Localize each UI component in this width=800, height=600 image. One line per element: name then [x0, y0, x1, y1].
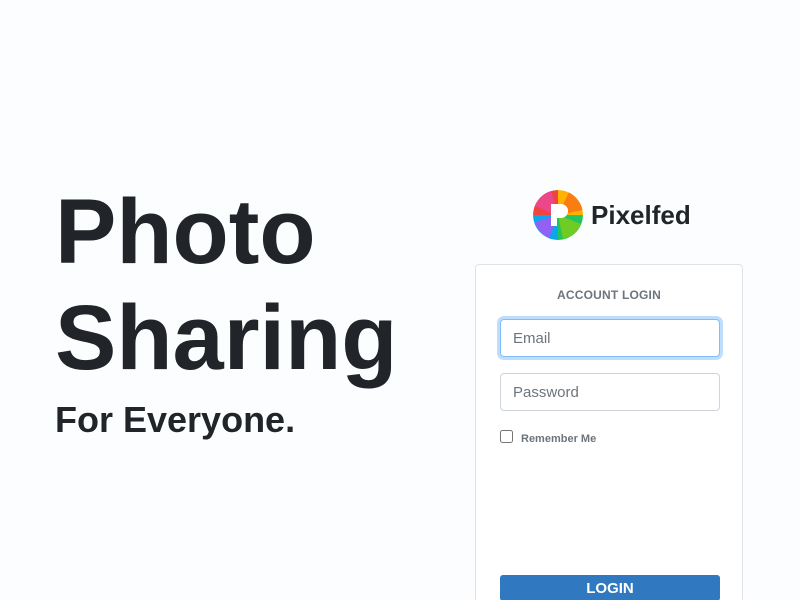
login-card: ACCOUNT LOGIN Remember Me LOGIN: [475, 264, 743, 600]
brand-name: Pixelfed: [591, 200, 691, 230]
login-button[interactable]: LOGIN: [500, 575, 720, 600]
email-field[interactable]: [500, 319, 720, 357]
hero-title-line-1: Photo: [55, 181, 316, 283]
pixelfed-logo-icon: [533, 190, 583, 240]
remember-me-checkbox[interactable]: [500, 430, 513, 443]
remember-me[interactable]: Remember Me: [500, 430, 597, 445]
password-field[interactable]: [500, 373, 720, 411]
login-page: Photo Sharing For Everyone. Pixelfed ACC…: [0, 0, 800, 600]
card-title: ACCOUNT LOGIN: [557, 288, 661, 302]
hero-tagline: For Everyone.: [55, 399, 296, 440]
brand: Pixelfed: [533, 190, 691, 240]
remember-me-label: Remember Me: [521, 432, 597, 445]
hero-title-line-2: Sharing: [55, 287, 398, 389]
